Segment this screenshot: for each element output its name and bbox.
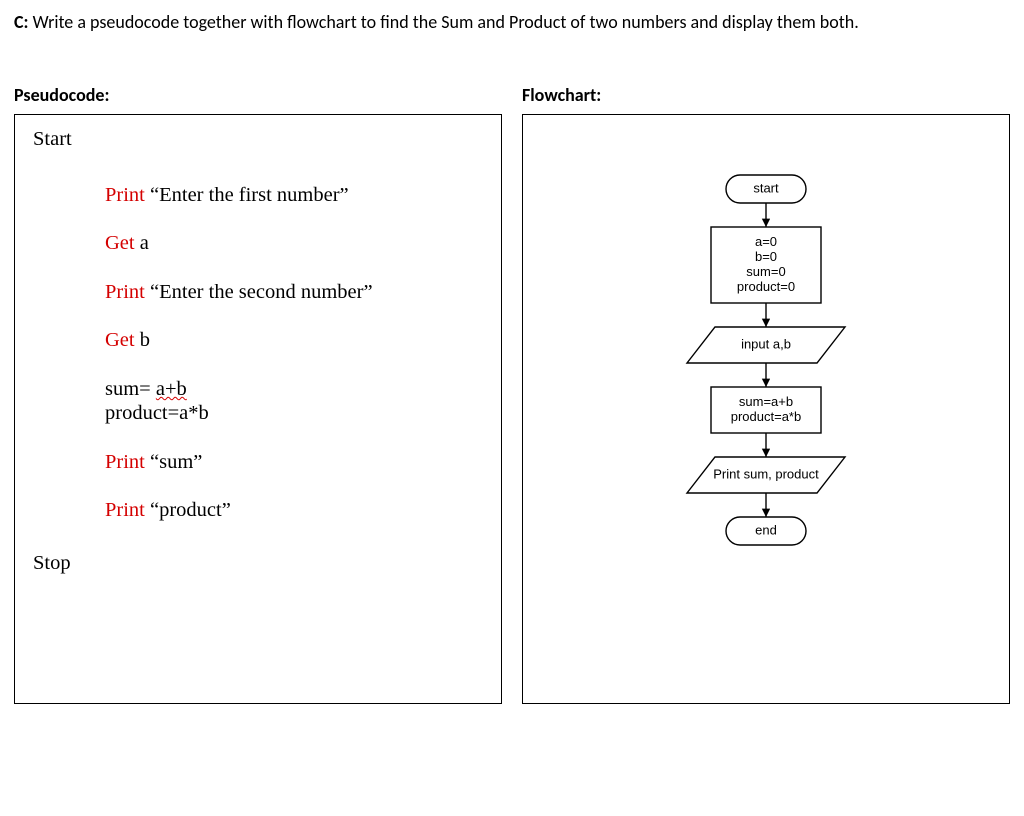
text-enter-second: “Enter the second number” [145, 281, 373, 303]
keyword-print: Print [105, 499, 145, 521]
pseudo-product-eq: product=a*b [105, 403, 483, 424]
pseudocode-heading: Pseudocode: [14, 84, 502, 106]
svg-text:a=0: a=0 [755, 234, 777, 249]
pseudo-sum-eq: sum= a+b [105, 379, 483, 400]
pseudo-print-second: Print “Enter the second number” [105, 282, 483, 303]
svg-text:start: start [753, 181, 779, 196]
flowchart-heading: Flowchart: [522, 84, 1010, 106]
question-label: C: [14, 11, 29, 33]
pseudo-print-product: Print “product” [105, 500, 483, 521]
question-body: Write a pseudocode together with flowcha… [33, 11, 859, 33]
svg-text:sum=a+b: sum=a+b [739, 394, 793, 409]
text-product-quoted: “product” [145, 499, 231, 521]
keyword-get: Get [105, 329, 135, 351]
text-a: a [135, 232, 149, 254]
pseudo-print-first: Print “Enter the first number” [105, 185, 483, 206]
pseudo-stop: Stop [33, 553, 483, 574]
pseudocode-box: Start Print “Enter the first number” Get… [14, 114, 502, 704]
keyword-print: Print [105, 184, 145, 206]
pseudo-start: Start [33, 129, 483, 150]
text-enter-first: “Enter the first number” [145, 184, 349, 206]
text-sum-quoted: “sum” [145, 451, 203, 473]
flowchart-box: start a=0b=0sum=0product=0 input a,b sum=a+… [522, 114, 1010, 704]
svg-text:product=0: product=0 [737, 279, 795, 294]
svg-text:end: end [755, 523, 777, 538]
pseudo-print-sum: Print “sum” [105, 452, 483, 473]
flowchart-svg: start a=0b=0sum=0product=0 input a,b sum=a+… [616, 165, 916, 635]
svg-text:Print sum, product: Print sum, product [713, 467, 819, 482]
keyword-print: Print [105, 281, 145, 303]
svg-text:b=0: b=0 [755, 249, 777, 264]
keyword-print: Print [105, 451, 145, 473]
pseudo-get-a: Get a [105, 233, 483, 254]
question-text: C: Write a pseudocode together with flow… [14, 10, 1010, 34]
text-b: b [135, 329, 150, 351]
pseudo-get-b: Get b [105, 330, 483, 351]
text-sum-eq: sum= [105, 378, 156, 400]
keyword-get: Get [105, 232, 135, 254]
pseudocode-column: Pseudocode: Start Print “Enter the first… [14, 84, 502, 704]
svg-text:sum=0: sum=0 [746, 264, 785, 279]
flowchart-column: Flowchart: start a=0b=0sum=0product=0 inpu… [522, 84, 1010, 704]
text-aplusb: a+b [156, 378, 187, 400]
two-column-layout: Pseudocode: Start Print “Enter the first… [14, 84, 1010, 704]
svg-text:input a,b: input a,b [741, 337, 791, 352]
svg-text:product=a*b: product=a*b [731, 409, 801, 424]
